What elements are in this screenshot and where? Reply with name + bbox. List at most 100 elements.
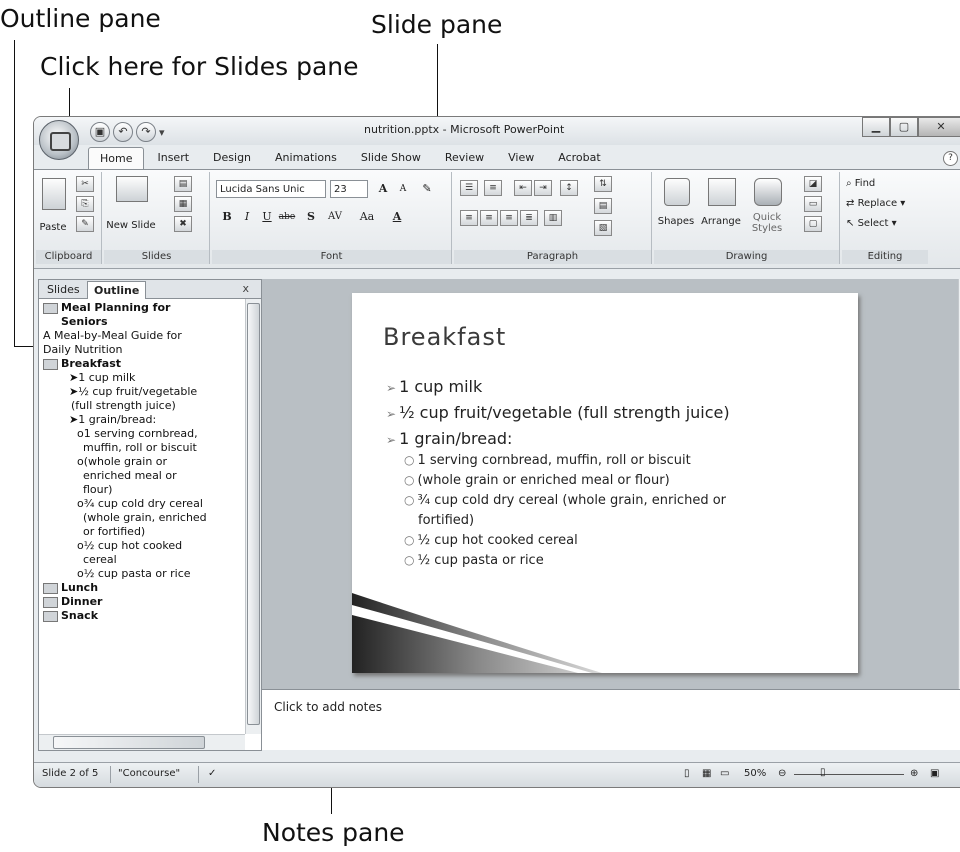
slide-sorter-icon[interactable]: ▦ [702,768,711,779]
cut-icon[interactable]: ✂ [76,176,94,192]
slide-show-icon[interactable]: ▭ [720,768,729,779]
new-slide-icon[interactable] [116,176,148,202]
outline-text-line[interactable]: ➤1 grain/bread: [69,413,156,427]
grow-font-button[interactable]: A [374,180,392,198]
change-case-button[interactable]: Aa [354,208,380,226]
tab-slide-show[interactable]: Slide Show [350,147,432,169]
zoom-thumb[interactable]: ▯ [820,767,826,778]
outline-text-line[interactable]: muffin, roll or biscuit [83,441,197,455]
outline-text-line[interactable]: o1 serving cornbread, [77,427,198,441]
font-name-select[interactable]: Lucida Sans Unic [216,180,326,198]
zoom-in-icon[interactable]: ⊕ [910,768,918,779]
arrange-icon[interactable] [708,178,736,206]
save-icon[interactable]: ▣ [90,122,110,142]
normal-view-icon[interactable]: ▯ [684,768,690,779]
justify-icon[interactable]: ≣ [520,210,538,226]
notes-placeholder[interactable]: Click to add notes [274,700,382,714]
shape-fill-icon[interactable]: ◪ [804,176,822,192]
columns-icon[interactable]: ▥ [544,210,562,226]
outline-text-line[interactable]: ➤1 cup milk [69,371,135,385]
maximize-icon[interactable]: ▢ [890,117,918,137]
outline-text-line[interactable]: o½ cup pasta or rice [77,567,191,581]
italic-button[interactable]: I [238,208,256,226]
outline-slide-title[interactable]: Seniors [61,315,108,329]
outline-text-line[interactable]: A Meal-by-Meal Guide for [43,329,182,343]
text-direction-icon[interactable]: ⇅ [594,176,612,192]
outline-slide-icon[interactable] [43,359,58,370]
bold-button[interactable]: B [218,208,236,226]
format-painter-icon[interactable]: ✎ [76,216,94,232]
tab-outline-pane[interactable]: Outline [87,281,147,299]
tab-review[interactable]: Review [434,147,495,169]
outline-slide-icon[interactable] [43,583,58,594]
paste-button[interactable]: Paste [36,222,70,233]
font-color-button[interactable]: A [388,208,406,226]
outline-text-line[interactable]: cereal [83,553,117,567]
outline-hscroll-thumb[interactable] [53,736,205,749]
font-size-select[interactable]: 23 [330,180,368,198]
increase-indent-icon[interactable]: ⇥ [534,180,552,196]
tab-acrobat[interactable]: Acrobat [547,147,611,169]
outline-slide-icon[interactable] [43,611,58,622]
notes-pane[interactable]: Click to add notes [262,689,960,750]
outline-horizontal-scrollbar[interactable] [39,734,245,750]
outline-text-line[interactable]: flour) [83,483,112,497]
outline-text-line[interactable]: o½ cup hot cooked [77,539,182,553]
outline-text-line[interactable]: Daily Nutrition [43,343,123,357]
tab-slides-pane[interactable]: Slides [41,281,86,298]
help-icon[interactable]: ? [943,151,958,166]
fit-to-window-icon[interactable]: ▣ [930,768,939,779]
quick-styles-button[interactable]: Quick Styles [746,212,788,234]
reset-icon[interactable]: ▦ [174,196,192,212]
decrease-indent-icon[interactable]: ⇤ [514,180,532,196]
delete-slide-icon[interactable]: ✖ [174,216,192,232]
arrange-button[interactable]: Arrange [698,216,744,227]
outline-slide-icon[interactable] [43,303,58,314]
office-button[interactable] [39,120,79,160]
bullets-icon[interactable]: ☰ [460,180,478,196]
clear-formatting-icon[interactable]: ✎ [418,180,436,198]
find-button[interactable]: ⌕ Find [846,178,875,189]
select-button[interactable]: ↖ Select ▾ [846,218,897,229]
outline-text-line[interactable]: (full strength juice) [71,399,176,413]
layout-icon[interactable]: ▤ [174,176,192,192]
outline-slide-title[interactable]: Meal Planning for [61,301,170,315]
outline-slide-title[interactable]: Lunch [61,581,98,595]
strikethrough-button[interactable]: abe [278,208,296,226]
slide-canvas[interactable]: Breakfast ➢ 1 cup milk ➢ ½ cup fruit/vegeta… [352,293,858,673]
outline-slide-icon[interactable] [43,597,58,608]
underline-button[interactable]: U [258,208,276,226]
tab-animations[interactable]: Animations [264,147,348,169]
outline-text-line[interactable]: o¾ cup cold dry cereal [77,497,203,511]
outline-slide-title[interactable]: Breakfast [61,357,121,371]
tab-view[interactable]: View [497,147,545,169]
paste-icon[interactable] [42,178,66,210]
align-left-icon[interactable]: ≡ [460,210,478,226]
align-center-icon[interactable]: ≡ [480,210,498,226]
outline-text-line[interactable]: o(whole grain or [77,455,167,469]
replace-button[interactable]: ⇄ Replace ▾ [846,198,905,209]
outline-vertical-scrollbar[interactable] [245,299,261,734]
shapes-icon[interactable] [664,178,690,206]
spell-check-icon[interactable]: ✓ [208,768,216,779]
redo-icon[interactable]: ↷ [136,122,156,142]
shadow-button[interactable]: S [302,208,320,226]
undo-icon[interactable]: ↶ [113,122,133,142]
outline-slide-title[interactable]: Snack [61,609,98,623]
align-right-icon[interactable]: ≡ [500,210,518,226]
outline-text-line[interactable]: ➤½ cup fruit/vegetable [69,385,197,399]
shape-effects-icon[interactable]: ▢ [804,216,822,232]
close-icon[interactable]: ✕ [918,117,960,137]
outline-text-line[interactable]: (whole grain, enriched [83,511,207,525]
quick-styles-icon[interactable] [754,178,782,206]
outline-text-line[interactable]: enriched meal or [83,469,177,483]
shape-outline-icon[interactable]: ▭ [804,196,822,212]
close-pane-icon[interactable]: x [242,282,249,295]
outline-text-line[interactable]: or fortified) [83,525,145,539]
outline-slide-title[interactable]: Dinner [61,595,102,609]
zoom-level[interactable]: 50% [744,768,766,779]
character-spacing-button[interactable]: AV [322,208,348,226]
outline-scroll-thumb[interactable] [247,303,260,725]
align-text-icon[interactable]: ▤ [594,198,612,214]
copy-icon[interactable]: ⎘ [76,196,94,212]
